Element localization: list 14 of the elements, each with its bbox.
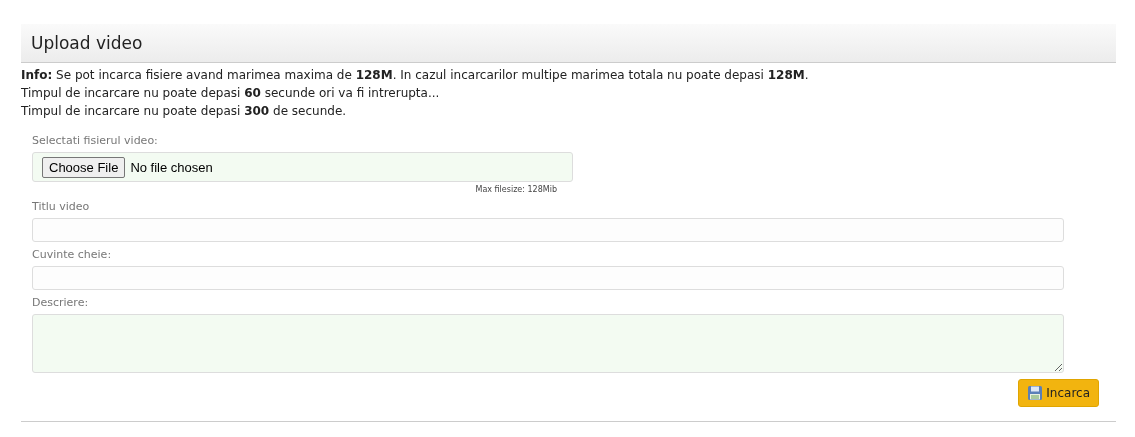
file-field[interactable]: Choose File No file chosen [32,152,573,182]
field-label: Selectati fisierul video: [32,134,159,147]
field-label: Cuvinte cheie: [32,248,113,261]
info-text: Info: Se pot incarca fisiere avand marimea maxima de 128M. In cazul incarcarilor multipe marimea totala nu poate depasi 128M. [21,67,810,84]
upload-button[interactable]: Incarca [1018,379,1099,407]
max-filesize-hint: Max filesize: 128Mib [475,185,557,194]
field-label: Descriere: [32,296,90,309]
info-text: Timpul de incarcare nu poate depasi 60 secunde ori va fi intrerupta... [21,85,441,102]
text-input[interactable] [32,218,1064,242]
panel-title: Upload video [31,33,143,53]
info-text: Timpul de incarcare nu poate depasi 300 de secunde. [21,103,348,120]
field-label: Titlu video [32,200,91,213]
text-input[interactable] [32,266,1064,290]
description-textarea[interactable] [32,314,1064,373]
